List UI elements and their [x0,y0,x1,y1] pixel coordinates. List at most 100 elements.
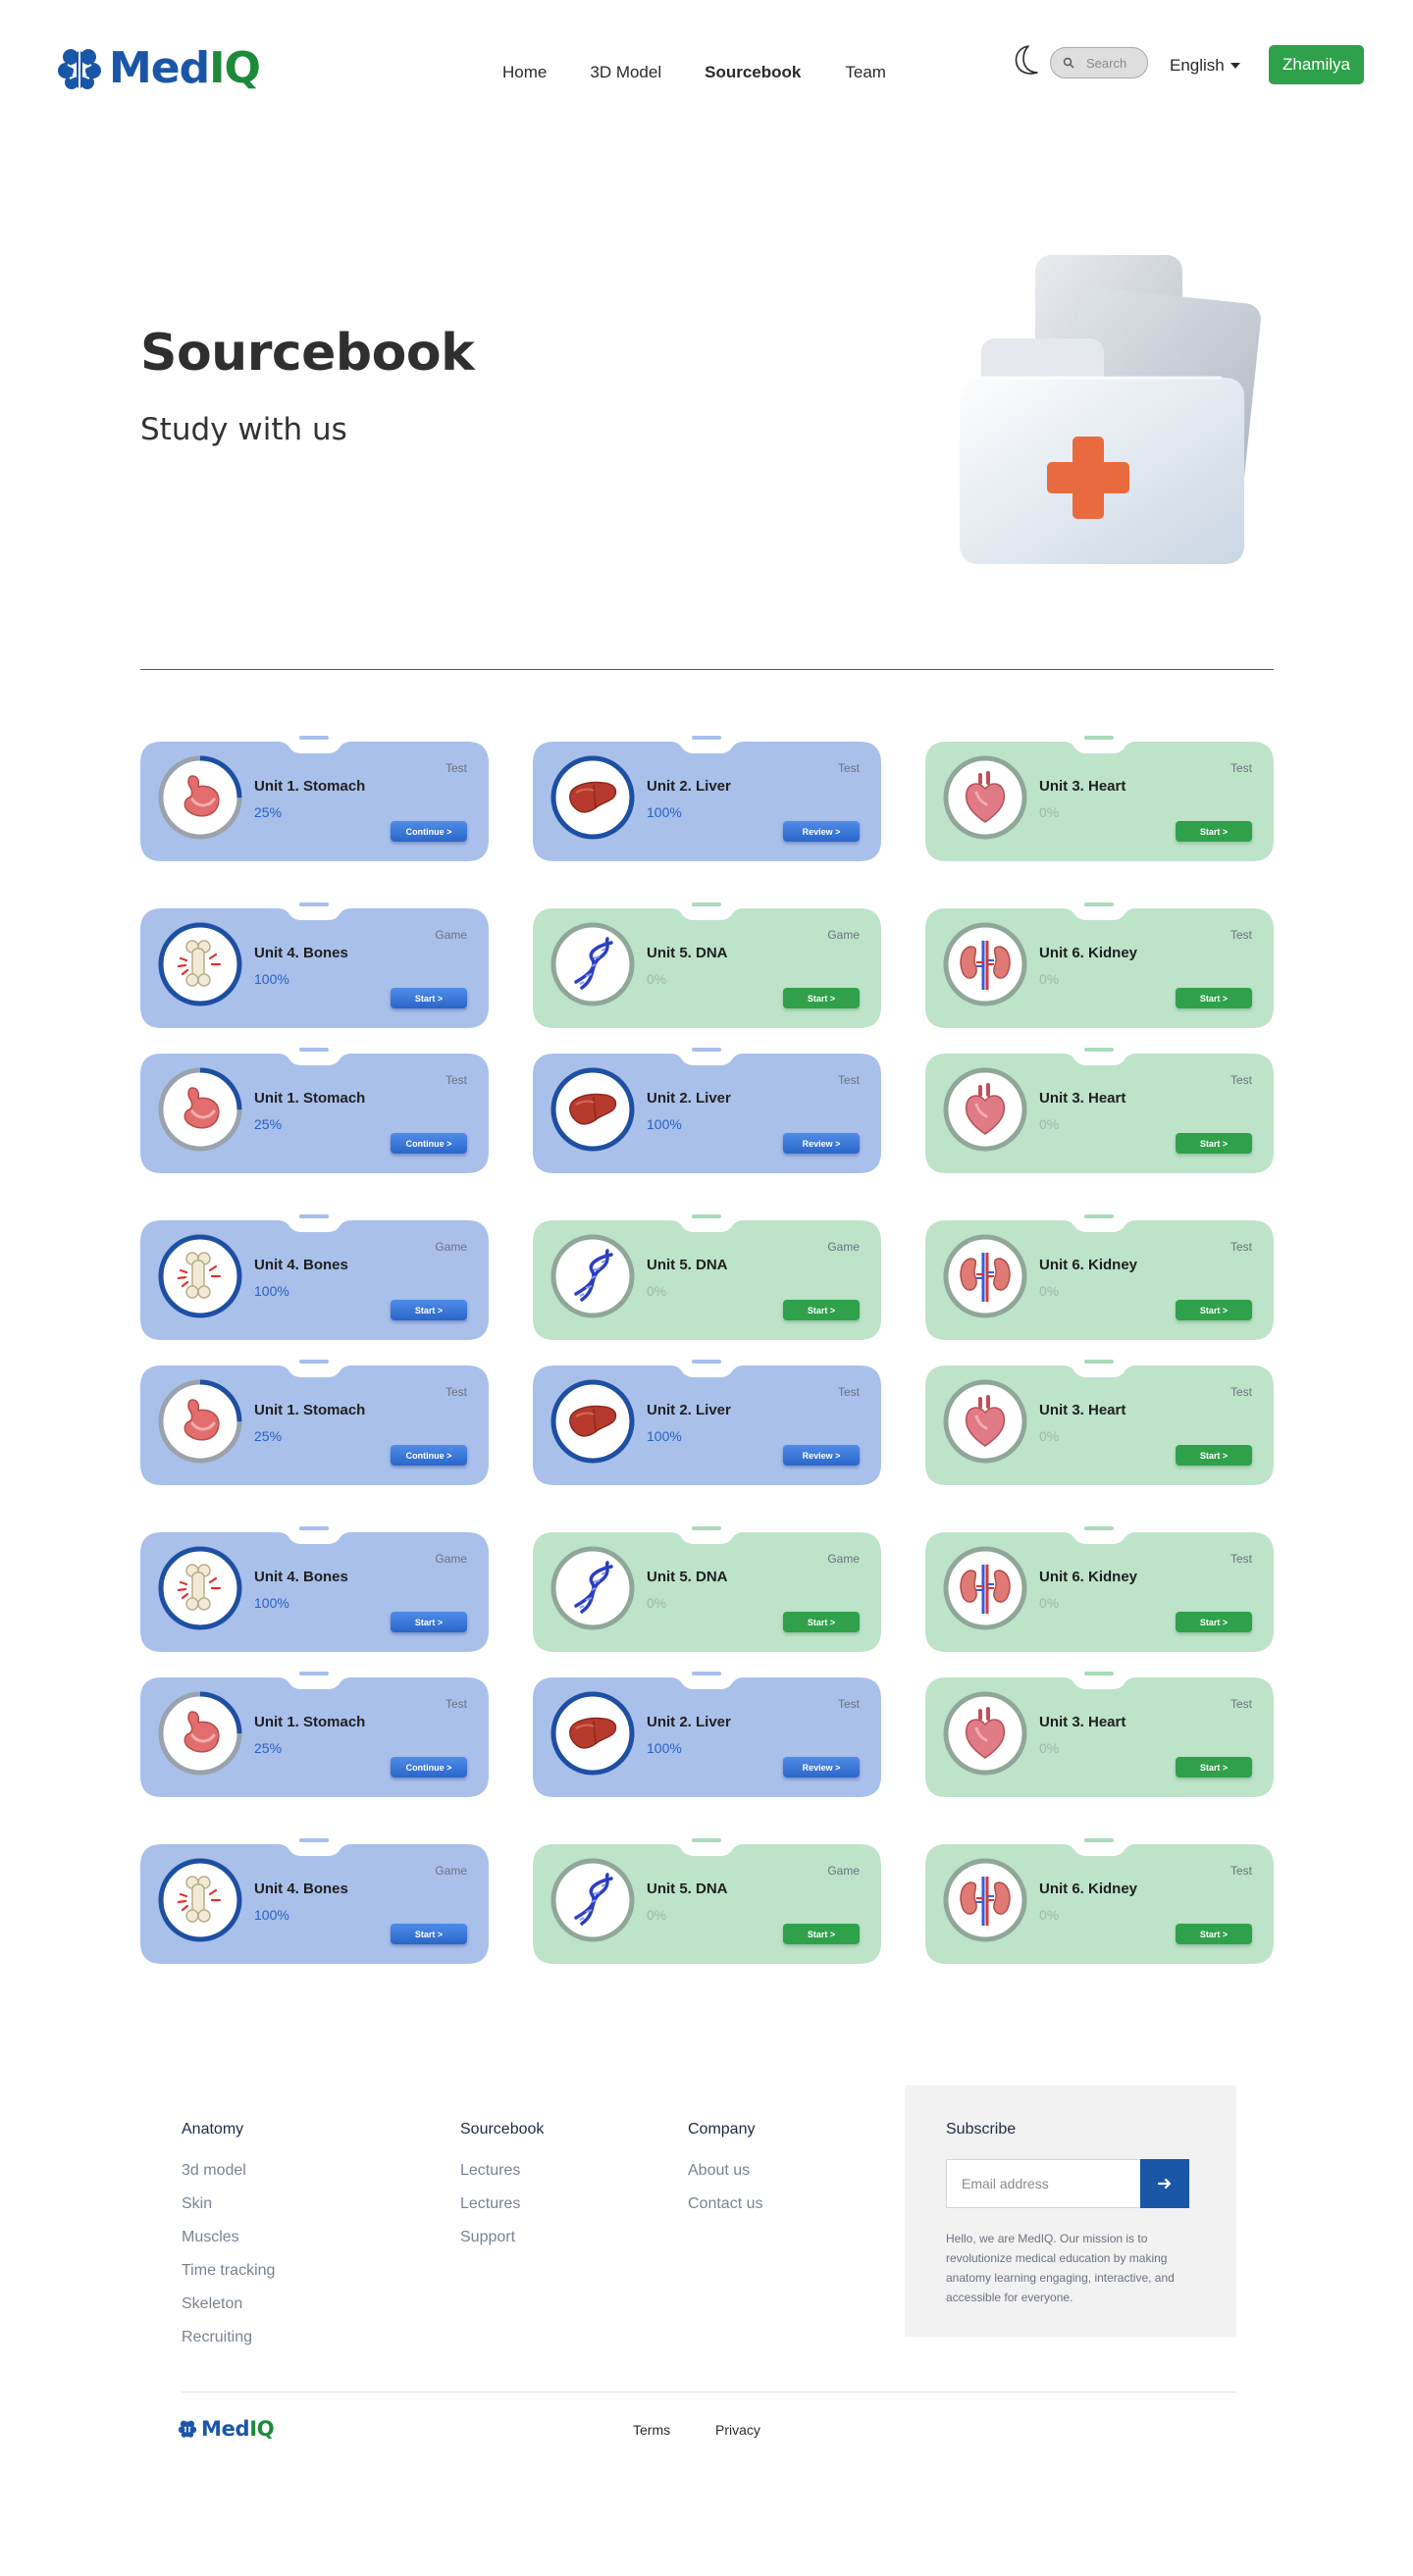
unit-action-button[interactable]: Start > [783,988,860,1008]
footer-link-skeleton[interactable]: Skeleton [182,2295,275,2313]
unit-action-button[interactable]: Start > [1176,1445,1252,1466]
unit-action-button[interactable]: Start > [391,988,467,1008]
nav-3d-model[interactable]: 3D Model [590,63,661,82]
footer-terms-link[interactable]: Terms [633,2422,670,2438]
card-drag-handle[interactable] [692,1360,721,1364]
unit-action-button[interactable]: Review > [783,821,860,842]
unit-card[interactable]: Test Unit 3. Heart 0% Start > [925,1048,1274,1173]
unit-card[interactable]: Test Unit 2. Liver 100% Review > [533,1672,881,1797]
footer-link-skin[interactable]: Skin [182,2195,275,2213]
unit-action-button[interactable]: Start > [1176,1757,1252,1777]
unit-action-button[interactable]: Start > [783,1300,860,1320]
unit-action-button[interactable]: Review > [783,1757,860,1777]
card-drag-handle[interactable] [299,1048,329,1052]
card-drag-handle[interactable] [1084,1838,1114,1842]
unit-action-button[interactable]: Start > [391,1300,467,1320]
nav-team[interactable]: Team [845,63,886,82]
unit-action-button[interactable]: Start > [1176,1133,1252,1154]
unit-action-button[interactable]: Continue > [391,1757,467,1777]
unit-card[interactable]: Test Unit 6. Kidney 0% Start > [925,902,1274,1028]
card-drag-handle[interactable] [299,1838,329,1842]
unit-card[interactable]: Test Unit 2. Liver 100% Review > [533,1360,881,1485]
card-drag-handle[interactable] [1084,1526,1114,1530]
footer-link-recruiting[interactable]: Recruiting [182,2329,275,2346]
card-drag-handle[interactable] [1084,736,1114,740]
card-drag-handle[interactable] [692,902,721,906]
unit-card[interactable]: Test Unit 1. Stomach 25% Continue > [140,736,489,861]
unit-action-button[interactable]: Continue > [391,1133,467,1154]
unit-title: Unit 1. Stomach [254,1714,366,1730]
card-drag-handle[interactable] [299,1672,329,1675]
footer-link-muscles[interactable]: Muscles [182,2229,275,2246]
unit-card[interactable]: Test Unit 2. Liver 100% Review > [533,736,881,861]
card-drag-handle[interactable] [1084,1672,1114,1675]
card-drag-handle[interactable] [299,902,329,906]
card-drag-handle[interactable] [692,1214,721,1218]
email-field[interactable]: Email address [946,2159,1140,2208]
footer-brand-logo[interactable]: MedIQ [178,2417,275,2441]
language-select[interactable]: English [1170,56,1240,76]
footer-privacy-link[interactable]: Privacy [715,2422,760,2438]
unit-card[interactable]: Test Unit 6. Kidney 0% Start > [925,1838,1274,1964]
unit-card[interactable]: Game Unit 5. DNA 0% Start > [533,1838,881,1964]
unit-action-button[interactable]: Start > [1176,821,1252,842]
card-drag-handle[interactable] [692,1048,721,1052]
unit-card[interactable]: Game Unit 4. Bones 100% Start > [140,1838,489,1964]
unit-card[interactable]: Game Unit 4. Bones 100% Start > [140,1526,489,1652]
card-drag-handle[interactable] [692,736,721,740]
footer-link-lectures[interactable]: Lectures [460,2162,544,2180]
unit-action-button[interactable]: Start > [783,1924,860,1944]
footer-link-3d-model[interactable]: 3d model [182,2162,275,2180]
card-drag-handle[interactable] [1084,1048,1114,1052]
unit-action-button[interactable]: Review > [783,1133,860,1154]
card-drag-handle[interactable] [299,1526,329,1530]
unit-action-button[interactable]: Start > [391,1924,467,1944]
card-drag-handle[interactable] [299,736,329,740]
card-drag-handle[interactable] [1084,1214,1114,1218]
unit-action-button[interactable]: Start > [1176,1924,1252,1944]
unit-card[interactable]: Test Unit 1. Stomach 25% Continue > [140,1048,489,1173]
card-drag-handle[interactable] [692,1526,721,1530]
unit-card[interactable]: Game Unit 5. DNA 0% Start > [533,1526,881,1652]
search-input[interactable]: Search [1050,47,1148,78]
unit-action-button[interactable]: Start > [783,1612,860,1632]
card-drag-handle[interactable] [692,1838,721,1842]
nav-sourcebook[interactable]: Sourcebook [705,63,801,82]
unit-type-label: Game [827,1240,860,1254]
footer-link-about-us[interactable]: About us [688,2162,762,2180]
unit-card[interactable]: Game Unit 4. Bones 100% Start > [140,1214,489,1340]
brand-logo[interactable]: MedIQ [56,43,261,93]
footer-link-contact-us[interactable]: Contact us [688,2195,762,2213]
unit-title: Unit 6. Kidney [1039,945,1138,961]
footer-link-lectures-2[interactable]: Lectures [460,2195,544,2213]
unit-card[interactable]: Game Unit 5. DNA 0% Start > [533,1214,881,1340]
unit-card[interactable]: Test Unit 3. Heart 0% Start > [925,1672,1274,1797]
unit-card[interactable]: Game Unit 4. Bones 100% Start > [140,902,489,1028]
unit-card[interactable]: Game Unit 5. DNA 0% Start > [533,902,881,1028]
card-drag-handle[interactable] [299,1214,329,1218]
unit-card[interactable]: Test Unit 2. Liver 100% Review > [533,1048,881,1173]
nav-home[interactable]: Home [502,63,547,82]
card-drag-handle[interactable] [299,1360,329,1364]
dark-mode-moon-icon[interactable] [1011,43,1042,78]
unit-card[interactable]: Test Unit 6. Kidney 0% Start > [925,1214,1274,1340]
card-drag-handle[interactable] [1084,1360,1114,1364]
unit-card[interactable]: Test Unit 1. Stomach 25% Continue > [140,1360,489,1485]
unit-action-button[interactable]: Start > [1176,1612,1252,1632]
unit-action-button[interactable]: Start > [1176,988,1252,1008]
unit-card[interactable]: Test Unit 6. Kidney 0% Start > [925,1526,1274,1652]
card-drag-handle[interactable] [692,1672,721,1675]
footer-link-support[interactable]: Support [460,2229,544,2246]
unit-action-button[interactable]: Review > [783,1445,860,1466]
footer-link-time-tracking[interactable]: Time tracking [182,2262,275,2280]
unit-action-button[interactable]: Start > [1176,1300,1252,1320]
subscribe-submit-button[interactable] [1140,2159,1189,2208]
unit-card[interactable]: Test Unit 1. Stomach 25% Continue > [140,1672,489,1797]
unit-action-button[interactable]: Start > [391,1612,467,1632]
unit-card[interactable]: Test Unit 3. Heart 0% Start > [925,736,1274,861]
card-drag-handle[interactable] [1084,902,1114,906]
unit-action-button[interactable]: Continue > [391,1445,467,1466]
user-account-button[interactable]: Zhamilya [1269,45,1364,84]
unit-action-button[interactable]: Continue > [391,821,467,842]
unit-card[interactable]: Test Unit 3. Heart 0% Start > [925,1360,1274,1485]
